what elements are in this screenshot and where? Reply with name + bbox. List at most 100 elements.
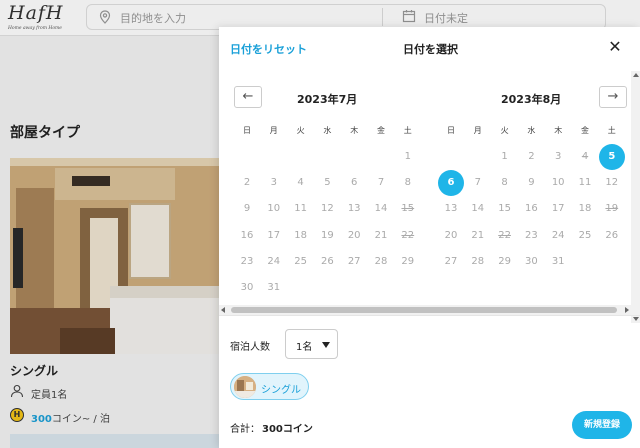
calendar-day[interactable]: 16 (518, 196, 544, 222)
guests-value: 1名 (296, 342, 313, 353)
weekday-label: 水 (527, 126, 536, 135)
calendar-day[interactable]: 3 (545, 144, 571, 170)
scroll-down-arrow[interactable] (633, 317, 639, 321)
calendar-day[interactable]: 19 (314, 223, 340, 249)
weekday-label: 水 (323, 126, 332, 135)
weekday-label: 日 (447, 126, 455, 135)
weekday-label: 木 (554, 126, 563, 135)
calendar-day[interactable]: 2 (234, 170, 260, 196)
calendar-day[interactable]: 31 (545, 249, 571, 275)
room-chip-label: シングル (261, 385, 301, 396)
calendar-day[interactable]: 27 (341, 249, 367, 275)
calendar-day[interactable]: 23 (518, 223, 544, 249)
modal-divider (219, 315, 640, 316)
modal-title: 日付を選択 (403, 43, 458, 56)
scroll-left-arrow[interactable] (221, 307, 225, 313)
month-title-july: 2023年7月 (297, 93, 358, 106)
calendar-day[interactable]: 17 (545, 196, 571, 222)
calendar-day[interactable]: 13 (341, 196, 367, 222)
calendar-day[interactable]: 22 (492, 223, 518, 249)
calendar-day[interactable]: 8 (395, 170, 421, 196)
calendar-day[interactable]: 15 (395, 196, 421, 222)
calendar-day[interactable]: 8 (492, 170, 518, 196)
weekday-label: 木 (350, 126, 359, 135)
calendar-day[interactable]: 31 (261, 275, 287, 301)
calendar-day[interactable]: 9 (518, 170, 544, 196)
calendar-day[interactable]: 28 (465, 249, 491, 275)
calendar-day[interactable]: 18 (288, 223, 314, 249)
calendar-day[interactable]: 1 (395, 144, 421, 170)
calendar-day[interactable]: 15 (492, 196, 518, 222)
calendar-day[interactable]: 7 (465, 170, 491, 196)
calendar-day[interactable]: 16 (234, 223, 260, 249)
weekday-label: 月 (473, 126, 482, 135)
calendar-day[interactable]: 19 (599, 196, 625, 222)
calendar-day[interactable]: 3 (261, 170, 287, 196)
calendar-day[interactable]: 1 (492, 144, 518, 170)
calendar-day[interactable]: 14 (465, 196, 491, 222)
calendar-area: ← → 2023年7月 2023年8月 日月火水木金土 1 2 3 4 5 6 7 8 9 10 11… (219, 77, 631, 315)
calendar-day[interactable]: 14 (368, 196, 394, 222)
calendar-day[interactable]: 27 (438, 249, 464, 275)
calendar-day[interactable]: 20 (438, 223, 464, 249)
calendar-day[interactable]: 7 (368, 170, 394, 196)
calendar-day[interactable]: 6 (438, 170, 464, 197)
calendar-day[interactable]: 30 (518, 249, 544, 275)
next-month-button[interactable]: → (599, 86, 627, 108)
guests-label: 宿泊人数 (230, 342, 270, 353)
calendar-day[interactable]: 20 (341, 223, 367, 249)
horizontal-scrollbar[interactable] (219, 305, 631, 315)
caret-down-icon (322, 342, 330, 348)
weekday-label: 火 (296, 126, 305, 135)
calendar-day[interactable]: 29 (395, 249, 421, 275)
calendar-day[interactable]: 23 (234, 249, 260, 275)
calendar-day[interactable]: 26 (314, 249, 340, 275)
calendar-day[interactable]: 24 (261, 249, 287, 275)
calendar-day[interactable]: 13 (438, 196, 464, 222)
calendar-day[interactable]: 11 (572, 170, 598, 196)
close-icon[interactable]: ✕ (607, 39, 623, 55)
calendar-day[interactable]: 5 (314, 170, 340, 196)
calendar-day[interactable]: 4 (572, 144, 598, 170)
calendar-day[interactable]: 10 (261, 196, 287, 222)
weekday-label: 土 (607, 126, 616, 135)
calendar-day[interactable]: 26 (599, 223, 625, 249)
calendar-day[interactable]: 28 (368, 249, 394, 275)
vertical-scrollbar[interactable] (631, 71, 640, 323)
calendar-day[interactable]: 5 (598, 144, 625, 170)
scroll-up-arrow[interactable] (633, 73, 639, 77)
weekday-label: 金 (581, 126, 589, 135)
calendar-day[interactable]: 11 (288, 196, 314, 222)
weekday-label: 金 (377, 126, 385, 135)
weekday-label: 月 (269, 126, 278, 135)
calendar-day[interactable]: 18 (572, 196, 598, 222)
calendar-day[interactable]: 6 (341, 170, 367, 196)
total-value: 300コイン (262, 424, 313, 435)
calendar-day[interactable]: 29 (492, 249, 518, 275)
calendar-day[interactable]: 4 (288, 170, 314, 196)
calendar-day[interactable]: 25 (572, 223, 598, 249)
scrollbar-thumb[interactable] (231, 307, 617, 313)
calendar-day[interactable]: 30 (234, 275, 260, 301)
calendar-day[interactable]: 12 (599, 170, 625, 196)
calendar-day[interactable]: 2 (518, 144, 544, 170)
month-title-august: 2023年8月 (501, 93, 562, 106)
calendar-day[interactable]: 25 (288, 249, 314, 275)
signup-button[interactable]: 新規登録 (572, 411, 632, 439)
total-label: 合計： (230, 424, 260, 435)
date-picker-modal: 日付をリセット 日付を選択 ✕ ← → 2023年7月 2023年8月 日 月 火 水… (219, 27, 640, 448)
calendar-day[interactable]: 22 (395, 223, 421, 249)
calendar-day[interactable]: 24 (545, 223, 571, 249)
calendar-day[interactable]: 9 (234, 196, 260, 222)
calendar-day[interactable]: 21 (465, 223, 491, 249)
guests-select[interactable]: 1名 (285, 329, 338, 359)
calendar-day[interactable]: 12 (314, 196, 340, 222)
calendar-day[interactable]: 10 (545, 170, 571, 196)
weekday-label: 日 (243, 126, 251, 135)
prev-month-button[interactable]: ← (234, 86, 262, 108)
calendar-day[interactable]: 17 (261, 223, 287, 249)
calendar-day[interactable]: 21 (368, 223, 394, 249)
reset-dates-link[interactable]: 日付をリセット (230, 41, 307, 57)
scroll-right-arrow[interactable] (625, 307, 629, 313)
room-type-chip[interactable]: シングル (230, 373, 309, 400)
